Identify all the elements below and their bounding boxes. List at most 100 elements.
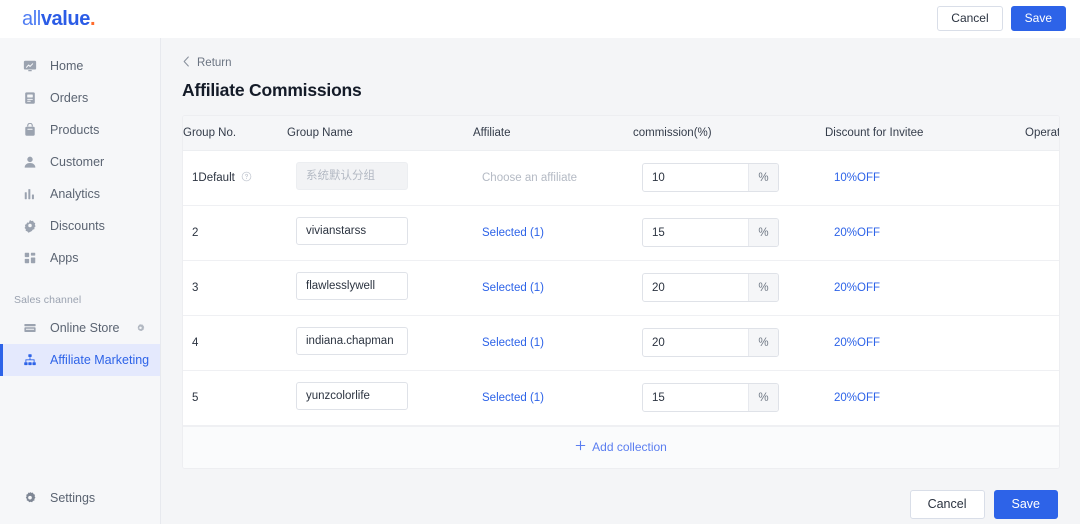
percent-suffix: % bbox=[748, 384, 778, 411]
sidebar-item-label: Products bbox=[50, 124, 99, 137]
column-header-group-name: Group Name bbox=[287, 116, 473, 150]
body-region: Home Orders Products Customer bbox=[0, 38, 1080, 524]
table-header-row: Group No. Group Name Affiliate commissio… bbox=[183, 116, 1060, 150]
cell-affiliate: Selected (1) bbox=[473, 205, 633, 260]
table-row: 1Default 系统默认分组 bbox=[183, 150, 1060, 205]
discount-link[interactable]: 10%OFF bbox=[834, 172, 880, 184]
gear-icon[interactable] bbox=[135, 323, 146, 334]
sidebar-section-label: Sales channel bbox=[0, 294, 160, 306]
sidebar-item-home[interactable]: Home bbox=[0, 50, 160, 82]
table-row: 5 yunzcolorlife Selected (1) bbox=[183, 370, 1060, 425]
sidebar-item-affiliate-marketing[interactable]: Affiliate Marketing bbox=[0, 344, 160, 376]
gear-icon bbox=[22, 490, 38, 506]
commission-input[interactable]: 20 % bbox=[642, 328, 779, 357]
apps-grid-icon bbox=[22, 250, 38, 266]
commission-value: 15 bbox=[643, 219, 748, 246]
group-name-input[interactable]: flawlesslywell bbox=[296, 272, 408, 300]
top-bar: allvalue. Cancel Save bbox=[0, 0, 1080, 38]
sidebar-item-apps[interactable]: Apps bbox=[0, 242, 160, 274]
sidebar-item-online-store[interactable]: Online Store bbox=[0, 312, 160, 344]
affiliate-placeholder[interactable]: Choose an affiliate bbox=[482, 172, 577, 184]
commission-input[interactable]: 20 % bbox=[642, 273, 779, 302]
commission-input[interactable]: 15 % bbox=[642, 383, 779, 412]
discount-link[interactable]: 20%OFF bbox=[834, 282, 880, 294]
cell-operate bbox=[1025, 205, 1060, 260]
percent-suffix: % bbox=[748, 164, 778, 191]
commission-value: 10 bbox=[643, 164, 748, 191]
cell-commission: 20 % bbox=[633, 315, 825, 370]
sidebar-item-discounts[interactable]: Discounts bbox=[0, 210, 160, 242]
brand-logo[interactable]: allvalue. bbox=[22, 9, 95, 29]
save-button-top[interactable]: Save bbox=[1011, 6, 1066, 31]
add-collection-label-wrapper: Add collection bbox=[575, 440, 667, 454]
discount-link[interactable]: 20%OFF bbox=[834, 392, 880, 404]
cancel-button-bottom[interactable]: Cancel bbox=[910, 490, 985, 519]
add-collection-label: Add collection bbox=[592, 440, 667, 454]
analytics-bars-icon bbox=[22, 186, 38, 202]
cell-operate bbox=[1025, 315, 1060, 370]
logo-text-bold: value bbox=[41, 9, 90, 29]
group-name-input[interactable]: yunzcolorlife bbox=[296, 382, 408, 410]
cell-group-name: vivianstarss bbox=[287, 205, 473, 260]
group-no-text: 1Default bbox=[192, 172, 235, 184]
sidebar-item-products[interactable]: Products bbox=[0, 114, 160, 146]
sidebar-item-label: Orders bbox=[50, 92, 88, 105]
cell-operate bbox=[1025, 260, 1060, 315]
sidebar-item-settings[interactable]: Settings bbox=[0, 482, 160, 514]
sidebar-item-label: Analytics bbox=[50, 188, 100, 201]
store-icon bbox=[22, 320, 38, 336]
sidebar-item-analytics[interactable]: Analytics bbox=[0, 178, 160, 210]
group-no-text: 4 bbox=[192, 337, 198, 349]
cell-group-no: 5 bbox=[183, 370, 287, 425]
app-root: allvalue. Cancel Save Home Orders bbox=[0, 0, 1080, 524]
group-no-wrapper: 1Default bbox=[192, 171, 287, 185]
logo-dot: . bbox=[90, 9, 95, 29]
sidebar-item-customer[interactable]: Customer bbox=[0, 146, 160, 178]
discount-link[interactable]: 20%OFF bbox=[834, 227, 880, 239]
cell-affiliate: Choose an affiliate bbox=[473, 150, 633, 205]
save-button-bottom[interactable]: Save bbox=[994, 490, 1059, 519]
commission-value: 20 bbox=[643, 274, 748, 301]
cancel-button-top[interactable]: Cancel bbox=[937, 6, 1002, 31]
cell-operate bbox=[1025, 370, 1060, 425]
discount-link[interactable]: 20%OFF bbox=[834, 337, 880, 349]
sidebar-gap bbox=[0, 274, 160, 288]
percent-suffix: % bbox=[748, 219, 778, 246]
sidebar-item-label: Affiliate Marketing bbox=[50, 354, 149, 367]
affiliate-selected-link[interactable]: Selected (1) bbox=[482, 227, 544, 239]
home-monitor-icon bbox=[22, 58, 38, 74]
group-name-input[interactable]: indiana.chapman bbox=[296, 327, 408, 355]
affiliate-selected-link[interactable]: Selected (1) bbox=[482, 282, 544, 294]
commission-value: 20 bbox=[643, 329, 748, 356]
group-no-text: 2 bbox=[192, 227, 198, 239]
column-header-group-no: Group No. bbox=[183, 116, 287, 150]
commission-value: 15 bbox=[643, 384, 748, 411]
commissions-table: Group No. Group Name Affiliate commissio… bbox=[183, 116, 1060, 426]
cell-discount: 20%OFF bbox=[825, 260, 1025, 315]
commissions-table-card: Group No. Group Name Affiliate commissio… bbox=[182, 115, 1060, 469]
table-row: 3 flawlesslywell Selected (1) bbox=[183, 260, 1060, 315]
commission-input[interactable]: 15 % bbox=[642, 218, 779, 247]
add-collection-button[interactable]: Add collection bbox=[183, 426, 1059, 468]
return-link[interactable]: Return bbox=[182, 56, 232, 70]
commission-input[interactable]: 10 % bbox=[642, 163, 779, 192]
table-head: Group No. Group Name Affiliate commissio… bbox=[183, 116, 1060, 150]
cell-affiliate: Selected (1) bbox=[473, 315, 633, 370]
affiliate-selected-link[interactable]: Selected (1) bbox=[482, 337, 544, 349]
top-bar-actions: Cancel Save bbox=[937, 6, 1066, 31]
group-name-input[interactable]: vivianstarss bbox=[296, 217, 408, 245]
logo-text-light: all bbox=[22, 9, 41, 29]
cell-group-name: flawlesslywell bbox=[287, 260, 473, 315]
info-help-icon[interactable] bbox=[241, 171, 252, 185]
cell-commission: 15 % bbox=[633, 205, 825, 260]
cell-commission: 10 % bbox=[633, 150, 825, 205]
cell-group-name: yunzcolorlife bbox=[287, 370, 473, 425]
cell-commission: 15 % bbox=[633, 370, 825, 425]
sidebar-item-label: Online Store bbox=[50, 322, 119, 335]
sidebar-item-label: Apps bbox=[50, 252, 79, 265]
sidebar-item-orders[interactable]: Orders bbox=[0, 82, 160, 114]
affiliate-selected-link[interactable]: Selected (1) bbox=[482, 392, 544, 404]
group-no-text: 3 bbox=[192, 282, 198, 294]
footer-bar: Cancel Save bbox=[161, 485, 1080, 524]
cell-discount: 20%OFF bbox=[825, 370, 1025, 425]
